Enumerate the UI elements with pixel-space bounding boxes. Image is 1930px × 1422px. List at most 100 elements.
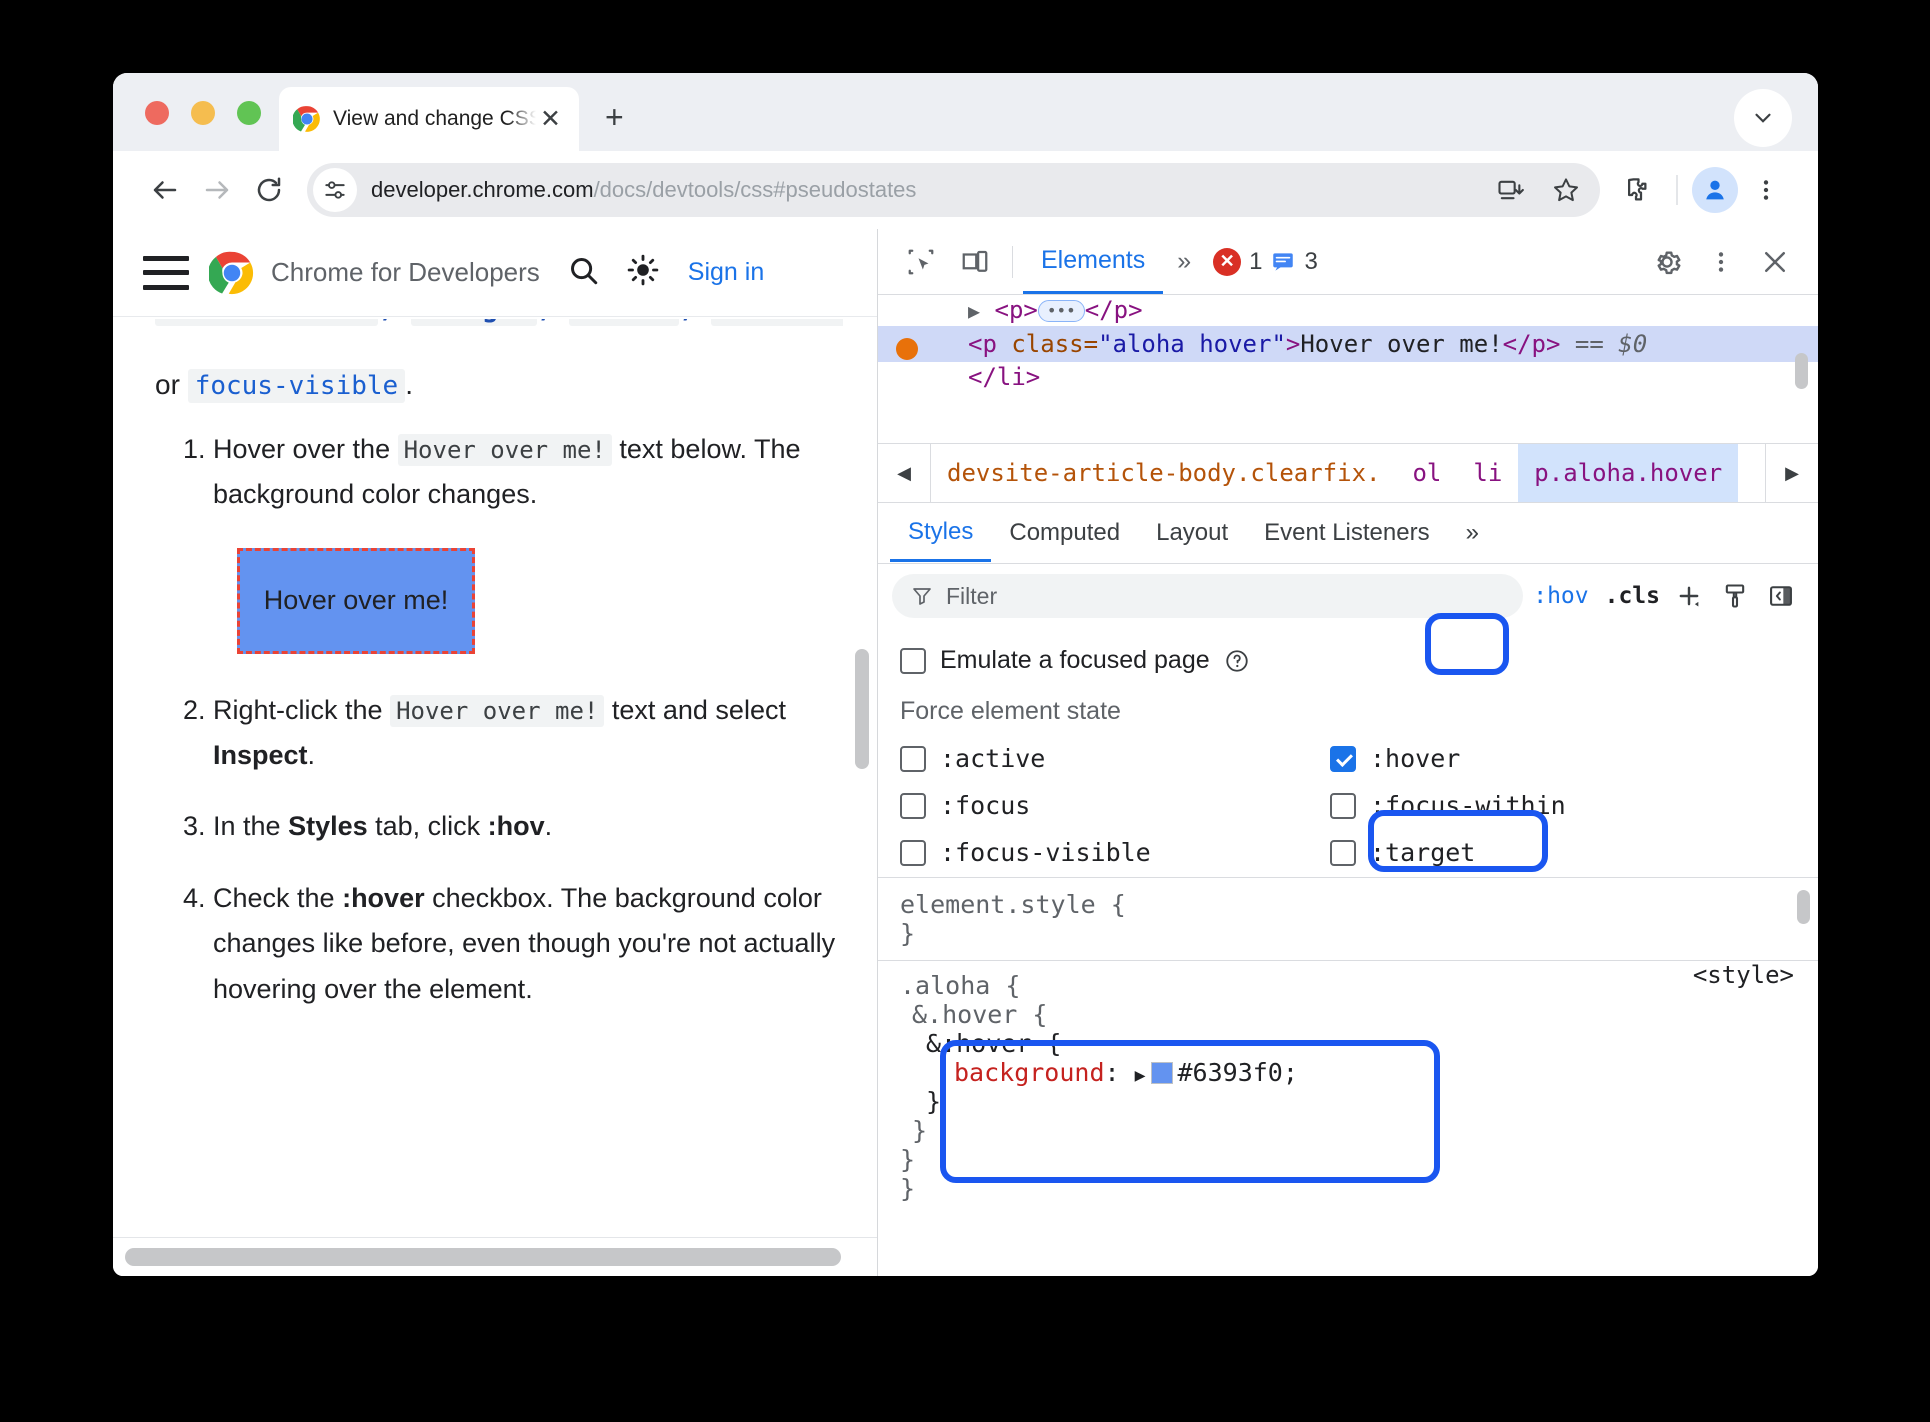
install-page-button[interactable] — [1484, 164, 1536, 216]
sign-in-link[interactable]: Sign in — [688, 258, 764, 287]
site-info-button[interactable] — [313, 168, 357, 212]
tab-computed[interactable]: Computed — [991, 504, 1138, 562]
maximize-window-button[interactable] — [237, 101, 261, 125]
tab-layout[interactable]: Layout — [1138, 504, 1246, 562]
address-bar[interactable]: developer.chrome.com/docs/devtools/css#p… — [307, 163, 1600, 217]
state-focus-within-checkbox[interactable] — [1330, 792, 1356, 819]
color-swatch-icon[interactable] — [1151, 1062, 1174, 1084]
background-declaration[interactable]: background: ▶ #6393f0; — [900, 1058, 1796, 1087]
url-path: /docs/devtools/css#pseudostates — [593, 177, 917, 202]
tab-search-button[interactable] — [1734, 89, 1792, 147]
expand-caret-icon[interactable]: ▶ — [968, 299, 980, 323]
toolbar-divider — [1012, 245, 1013, 278]
breadcrumb-item-ol[interactable]: ol — [1396, 444, 1457, 502]
window-controls[interactable] — [145, 101, 261, 125]
settings-button[interactable] — [1640, 238, 1694, 286]
help-icon[interactable] — [1224, 648, 1250, 674]
toggle-class-button[interactable]: .cls — [1599, 583, 1666, 609]
tab-more[interactable]: » — [1448, 504, 1497, 562]
state-active-checkbox[interactable] — [900, 745, 926, 772]
plus-icon — [1679, 586, 1699, 607]
background-property-name[interactable]: background — [954, 1058, 1105, 1087]
state-focus-within-row[interactable]: :focus-within — [1330, 791, 1796, 820]
hover-demo-box[interactable]: Hover over me! — [237, 547, 475, 654]
aloha-close-0: } — [900, 1174, 916, 1203]
state-focus-visible-checkbox[interactable] — [900, 839, 926, 866]
or-prefix: or — [155, 369, 180, 400]
tab-styles[interactable]: Styles — [890, 504, 992, 562]
emulate-focused-page-checkbox[interactable] — [900, 647, 926, 674]
browser-menu-button[interactable] — [1740, 164, 1792, 216]
state-target-row[interactable]: :target — [1330, 838, 1796, 867]
page-vertical-scrollbar[interactable] — [855, 649, 869, 769]
filter-input[interactable]: Filter — [892, 574, 1524, 618]
page-horizontal-scrollbar[interactable] — [125, 1248, 841, 1266]
device-toolbar-button[interactable] — [948, 238, 1002, 286]
message-badge[interactable]: 3 — [1270, 248, 1318, 276]
close-window-button[interactable] — [145, 101, 169, 125]
breadcrumb-scroll-right[interactable]: ▶ — [1765, 444, 1818, 502]
bookmark-button[interactable] — [1540, 164, 1592, 216]
breadcrumb-item-p-aloha-hover[interactable]: p.aloha.hover — [1518, 444, 1739, 502]
state-hover-row[interactable]: :hover — [1330, 744, 1796, 773]
inspect-element-button[interactable] — [894, 238, 948, 286]
breadcrumb-item-article-body[interactable]: devsite-article-body.clearfix. — [931, 444, 1396, 502]
extensions-button[interactable] — [1610, 164, 1662, 216]
aloha-hover-pseudo-selector[interactable]: &:hover { — [900, 1029, 1796, 1058]
state-focus-visible-row[interactable]: :focus-visible — [900, 838, 1330, 867]
element-classes-button[interactable] — [1712, 574, 1758, 618]
toggle-pseudo-states-button[interactable]: :hov — [1523, 579, 1598, 613]
site-search-button[interactable] — [566, 253, 600, 292]
tab-elements[interactable]: Elements — [1023, 230, 1164, 294]
forward-button[interactable] — [191, 164, 243, 216]
dom-tree-scrollbar[interactable] — [1795, 353, 1808, 389]
emulate-focused-page-row[interactable]: Emulate a focused page — [900, 646, 1796, 675]
dom-row-selected[interactable]: <p class="aloha hover">Hover over me!</p… — [878, 325, 1818, 362]
breadcrumb-item-li[interactable]: li — [1457, 444, 1518, 502]
rule-source-link[interactable]: <style> — [1693, 961, 1794, 989]
expand-shorthand-icon[interactable]: ▶ — [1135, 1065, 1146, 1086]
selected-attr-name[interactable]: class= — [997, 330, 1098, 358]
selected-attr-value[interactable]: "aloha hover" — [1098, 330, 1286, 358]
state-focus-checkbox[interactable] — [900, 792, 926, 819]
step-3: In the Styles tab, click :hov. — [213, 804, 843, 849]
background-color-value[interactable]: #6393f0 — [1177, 1058, 1282, 1087]
step-2: Right-click the Hover over me! text and … — [213, 688, 843, 779]
error-badge[interactable]: ✕ 1 — [1213, 247, 1262, 276]
profile-button[interactable] — [1692, 167, 1738, 213]
hamburger-icon[interactable] — [143, 255, 189, 290]
toggle-sidebar-button[interactable] — [1758, 574, 1804, 618]
aloha-selector[interactable]: .aloha { — [900, 971, 1796, 1000]
close-devtools-button[interactable] — [1748, 238, 1802, 286]
dom-row-close-li[interactable]: </li> — [878, 362, 1818, 393]
state-active-row[interactable]: :active — [900, 744, 1330, 773]
reload-button[interactable] — [243, 164, 295, 216]
aloha-rule[interactable]: <style> .aloha { &.hover { &:hover { bac… — [878, 961, 1818, 1203]
state-hover-checkbox[interactable] — [1330, 745, 1356, 772]
state-target-checkbox[interactable] — [1330, 839, 1356, 866]
devtools-menu-button[interactable] — [1694, 238, 1748, 286]
theme-toggle-button[interactable] — [626, 253, 660, 292]
dom-tree[interactable]: ▶ <p> ••• </p> <p class="aloha hover">Hove… — [878, 295, 1818, 443]
new-style-rule-button[interactable] — [1666, 574, 1712, 618]
state-focus-row[interactable]: :focus — [900, 791, 1330, 820]
breadcrumb-scroll-left[interactable]: ◀ — [878, 444, 931, 502]
element-style-rule[interactable]: element.style { } — [878, 890, 1818, 948]
dom-row-collapsed[interactable]: ▶ <p> ••• </p> — [878, 295, 1818, 326]
step-3-text-a: In the — [213, 811, 289, 842]
step-2-text-b: text and select — [604, 694, 786, 725]
browser-tab[interactable]: View and change CSS | Chro ✕ — [279, 87, 579, 151]
new-tab-button[interactable]: + — [605, 101, 624, 133]
styles-rules-pane[interactable]: element.style { } <style> .aloha { &.hov… — [878, 877, 1818, 1276]
collapsed-children-badge[interactable]: ••• — [1037, 300, 1085, 322]
more-panels-button[interactable]: » — [1163, 247, 1205, 276]
browser-window: View and change CSS | Chro ✕ + — [113, 73, 1818, 1276]
selected-text[interactable]: Hover over me! — [1300, 330, 1502, 358]
back-button[interactable] — [139, 164, 191, 216]
styles-pane-scrollbar[interactable] — [1797, 890, 1810, 924]
minimize-window-button[interactable] — [191, 101, 215, 125]
tab-event-listeners[interactable]: Event Listeners — [1246, 504, 1447, 562]
close-tab-button[interactable]: ✕ — [536, 106, 565, 132]
aloha-hover-class-selector[interactable]: &.hover { — [900, 1000, 1796, 1029]
breakpoint-marker-icon[interactable] — [896, 337, 918, 360]
